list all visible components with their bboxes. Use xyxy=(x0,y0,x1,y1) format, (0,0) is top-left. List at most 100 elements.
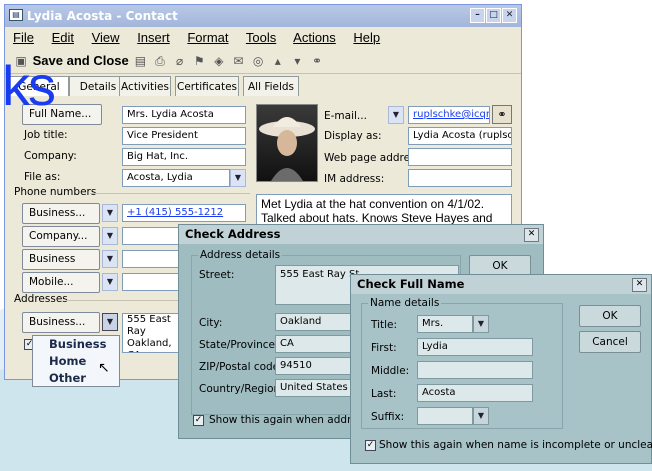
company-field[interactable]: Big Hat, Inc. xyxy=(122,148,246,166)
flag-icon[interactable]: ⚑ xyxy=(191,49,207,73)
check-address-close-icon[interactable]: ✕ xyxy=(524,228,539,242)
city-field[interactable]: Oakland xyxy=(275,313,359,331)
title-field[interactable]: Mrs. xyxy=(417,315,473,333)
file-as-field[interactable]: Acosta, Lydia xyxy=(122,169,230,187)
email-field[interactable]: ruplschke@icqmail. xyxy=(408,106,490,124)
address-show-again-checkbox[interactable]: ✓ xyxy=(193,415,204,426)
check-name-close-icon[interactable]: ✕ xyxy=(632,278,647,292)
address-book-icon[interactable]: ⚭ xyxy=(309,49,325,73)
contact-photo[interactable] xyxy=(256,104,318,182)
notes-area[interactable]: Met Lydia at the hat convention on 4/1/0… xyxy=(256,194,512,228)
last-field[interactable]: Acosta xyxy=(417,384,533,402)
web-icon[interactable]: ◎ xyxy=(250,49,266,73)
display-as-field[interactable]: Lydia Acosta (ruplschke xyxy=(408,127,512,145)
phone-fax-dropdown-icon[interactable]: ▼ xyxy=(102,250,118,268)
minimize-icon[interactable]: – xyxy=(470,8,485,23)
zip-label: ZIP/Postal code: xyxy=(199,361,283,373)
contact-titlebar[interactable]: ▤ Lydia Acosta - Contact – □ ✕ xyxy=(5,5,521,27)
suffix-field[interactable] xyxy=(417,407,473,425)
display-as-label: Display as: xyxy=(324,130,382,142)
menu-format[interactable]: Format xyxy=(187,30,228,45)
menu-view[interactable]: View xyxy=(92,30,120,45)
menu-help[interactable]: Help xyxy=(353,30,380,45)
phone-mobile-dropdown-icon[interactable]: ▼ xyxy=(102,273,118,291)
phone-company-dropdown-icon[interactable]: ▼ xyxy=(102,227,118,245)
check-name-titlebar[interactable]: Check Full Name ✕ xyxy=(351,275,651,294)
menu-item-business[interactable]: Business xyxy=(33,336,119,353)
country-label: Country/Region: xyxy=(199,383,284,395)
address-type-button[interactable]: Business... xyxy=(22,312,100,333)
state-field[interactable]: CA xyxy=(275,335,359,353)
name-details-label: Name details xyxy=(368,297,442,309)
check-name-ok-button[interactable]: OK xyxy=(579,305,641,327)
save-icon[interactable]: ▤ xyxy=(132,49,148,73)
addresses-divider xyxy=(66,300,180,301)
job-title-field[interactable]: Vice President xyxy=(122,127,246,145)
address-line-1: 555 East Ray xyxy=(127,314,171,337)
name-show-again-label: Show this again when name is incomplete … xyxy=(379,439,652,451)
address-type-dropdown-icon[interactable]: ▼ xyxy=(102,313,118,331)
im-address-field[interactable] xyxy=(408,169,512,187)
phone-fax-field[interactable] xyxy=(122,250,182,268)
title-dropdown-icon[interactable]: ▼ xyxy=(473,315,489,333)
file-as-dropdown-icon[interactable]: ▼ xyxy=(230,169,246,187)
attach-icon[interactable]: ⌀ xyxy=(172,49,188,73)
first-field[interactable]: Lydia xyxy=(417,338,533,356)
tab-activities[interactable]: Activities xyxy=(119,76,171,96)
suffix-label: Suffix: xyxy=(371,411,405,423)
menu-edit[interactable]: Edit xyxy=(52,30,74,45)
phone-mobile-button[interactable]: Mobile... xyxy=(22,272,100,293)
first-label: First: xyxy=(371,342,397,354)
phone-business-field[interactable]: +1 (415) 555-1212 xyxy=(122,204,246,222)
phone-mobile-field[interactable] xyxy=(122,273,182,291)
country-field[interactable]: United States of A xyxy=(275,379,359,397)
phone-divider xyxy=(90,193,250,194)
maximize-icon[interactable]: □ xyxy=(486,8,501,23)
zip-field[interactable]: 94510 xyxy=(275,357,359,375)
print-icon[interactable]: ⎙ xyxy=(152,49,168,73)
close-icon[interactable]: ✕ xyxy=(502,8,517,23)
phone-fax-button[interactable]: Business Fax... xyxy=(22,249,100,284)
menu-insert[interactable]: Insert xyxy=(137,30,170,45)
city-label: City: xyxy=(199,317,223,329)
contact-window-title: Lydia Acosta - Contact xyxy=(27,9,178,23)
state-label: State/Province: xyxy=(199,339,279,351)
name-show-again-checkbox[interactable]: ✓ xyxy=(365,440,376,451)
menu-file[interactable]: File xyxy=(13,30,34,45)
menu-tools[interactable]: Tools xyxy=(246,30,276,45)
down-arrow-icon[interactable]: ▾ xyxy=(289,49,305,73)
tab-certificates[interactable]: Certificates xyxy=(175,76,239,96)
full-name-field[interactable]: Mrs. Lydia Acosta xyxy=(122,106,246,124)
phone-business-dropdown-icon[interactable]: ▼ xyxy=(102,204,118,222)
suffix-dropdown-icon[interactable]: ▼ xyxy=(473,407,489,425)
web-page-field[interactable] xyxy=(408,148,512,166)
middle-field[interactable] xyxy=(417,361,533,379)
categories-icon[interactable]: ◈ xyxy=(211,49,227,73)
menu-actions[interactable]: Actions xyxy=(293,30,336,45)
toolbar: ▣ Save and Close ▤ ⎙ ⌀ ⚑ ◈ ✉ ◎ ▴ ▾ ⚭ xyxy=(5,49,521,74)
email-dropdown-icon[interactable]: ▼ xyxy=(388,106,404,124)
middle-label: Middle: xyxy=(371,365,410,377)
check-address-titlebar[interactable]: Check Address ✕ xyxy=(179,225,543,244)
tab-all-fields[interactable]: All Fields xyxy=(243,76,299,96)
check-address-title: Check Address xyxy=(185,227,281,241)
check-name-cancel-button[interactable]: Cancel xyxy=(579,331,641,353)
last-label: Last: xyxy=(371,388,397,400)
file-as-label: File as: xyxy=(24,171,61,183)
check-name-title: Check Full Name xyxy=(357,277,465,291)
job-title-label: Job title: xyxy=(24,129,68,141)
phone-numbers-heading: Phone numbers xyxy=(14,186,97,198)
title-label: Title: xyxy=(371,319,398,331)
contact-card-icon: ▤ xyxy=(9,9,23,21)
phone-company-button[interactable]: Company... xyxy=(22,226,100,247)
envelope-icon[interactable]: ✉ xyxy=(230,49,246,73)
address-details-label: Address details xyxy=(198,249,283,261)
phone-business-button[interactable]: Business... xyxy=(22,203,100,224)
phone-company-field[interactable] xyxy=(122,227,182,245)
im-address-label: IM address: xyxy=(324,173,385,185)
address-field[interactable]: 555 East Ray Oakland, CA xyxy=(122,313,180,353)
company-label: Company: xyxy=(24,150,77,162)
address-book-icon[interactable]: ⚭ xyxy=(492,105,512,124)
address-line-2: Oakland, CA xyxy=(127,338,172,352)
up-arrow-icon[interactable]: ▴ xyxy=(270,49,286,73)
